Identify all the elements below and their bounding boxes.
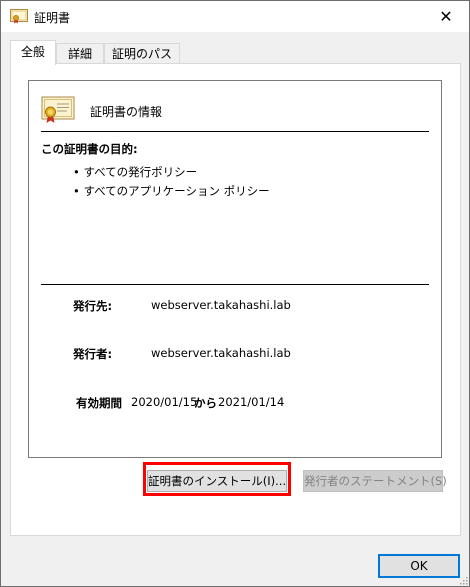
tab-general[interactable]: 全般 xyxy=(10,40,56,65)
window-title: 証明書 xyxy=(34,11,71,25)
validity-label: 有効期間 xyxy=(76,396,122,410)
resize-grip-icon[interactable] xyxy=(458,575,468,585)
close-button[interactable]: ✕ xyxy=(423,1,469,32)
certificate-icon xyxy=(10,9,28,24)
divider-bottom xyxy=(41,284,429,285)
tab-details[interactable]: 詳細 xyxy=(56,43,104,63)
issued-to-label: 発行先: xyxy=(73,299,113,313)
certificate-info-title: 証明書の情報 xyxy=(90,105,163,119)
divider-top xyxy=(41,131,429,132)
issued-by-label: 発行者: xyxy=(73,347,113,361)
issued-to-value: webserver.takahashi.lab xyxy=(151,298,291,312)
ok-button[interactable]: OK xyxy=(378,554,460,578)
validity-connector: から xyxy=(194,396,217,410)
install-certificate-button[interactable]: 証明書のインストール(I)... xyxy=(147,470,287,492)
purpose-heading: この証明書の目的: xyxy=(41,142,138,156)
valid-from-value: 2020/01/15 xyxy=(131,395,198,409)
issuer-statement-button[interactable]: 発行者のステートメント(S) xyxy=(303,470,447,492)
tab-panel-general: 証明書の情報 この証明書の目的: • すべての発行ポリシー • すべてのアプリケ… xyxy=(10,63,461,536)
certificate-dialog: 証明書 ✕ 全般 詳細 証明のパス 証明書の情報 この証明書の目的: • すべて… xyxy=(0,0,470,587)
title-bar: 証明書 ✕ xyxy=(1,1,469,32)
close-icon: ✕ xyxy=(439,7,453,26)
tab-certification-path[interactable]: 証明のパス xyxy=(104,43,180,63)
purpose-item: • すべての発行ポリシー xyxy=(73,165,198,179)
certificate-info-box: 証明書の情報 この証明書の目的: • すべての発行ポリシー • すべてのアプリケ… xyxy=(28,80,442,458)
issued-by-value: webserver.takahashi.lab xyxy=(151,346,291,360)
valid-to-value: 2021/01/14 xyxy=(218,395,285,409)
certificate-icon xyxy=(41,96,75,123)
purpose-item: • すべてのアプリケーション ポリシー xyxy=(73,184,270,198)
